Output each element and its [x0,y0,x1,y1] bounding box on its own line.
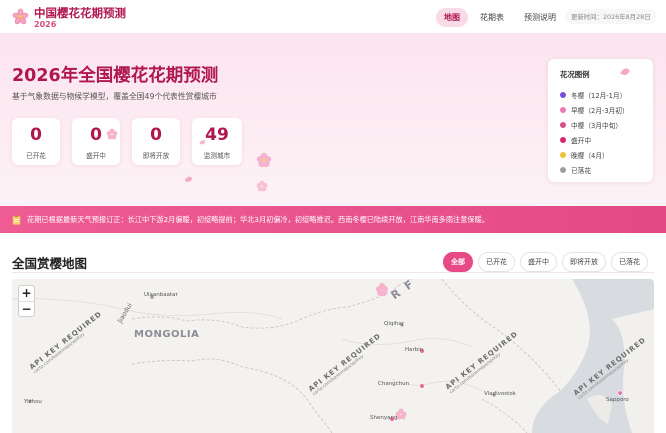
divider [12,272,654,273]
stats-row: 0 已开花 0 盛开中 0 即将开放 49 监测城市 [12,118,242,165]
nav-map[interactable]: 地图 [436,8,468,27]
filter-fallen[interactable]: 已落花 [611,252,648,272]
map-label-city: Ulaanbaatar [144,292,178,298]
zoom-out-button[interactable]: − [19,301,34,316]
legend-card: 花况图例 冬樱（12月-1月） 早樱（2月-3月初） 中樱（3月中旬） 盛开中 … [548,59,653,182]
map-label-mongolia: MONGOLIA [134,329,200,340]
map-label-city: Vladivostok [484,391,516,397]
legend-item: 晚樱（4月） [560,147,641,162]
map-zoom-control: + − [18,285,35,317]
stat-label: 已开花 [26,152,46,160]
sakura-petal-icon [256,180,268,192]
map-section-title: 全国赏樱地图 [12,256,88,271]
legend-item: 早樱（2月-3月初） [560,102,641,117]
stat-value: 0 [30,125,42,145]
forecast-notice-banner: 花期已根据最新天气预报订正：长江中下游2月偏暖，初绽略提前；华北3月初偏冷，初绽… [0,206,666,233]
filter-bloomed[interactable]: 已开花 [478,252,515,272]
legend-label: 中樱（3月中旬） [571,121,623,130]
nav-forecast-notes[interactable]: 预测说明 [516,8,564,27]
legend-item: 盛开中 [560,132,641,147]
app-title[interactable]: 中国樱花花期预测 [34,5,126,21]
main-nav: 地图 花期表 预测说明 [436,8,564,27]
status-filter-chips: 全部 已开花 盛开中 即将开放 已落花 [443,252,648,272]
stat-card-coming-soon: 0 即将开放 [132,118,180,165]
map-label-city: Shenyang [370,415,398,421]
legend-label: 早樱（2月-3月初） [571,106,629,115]
filter-all[interactable]: 全部 [443,252,473,272]
map-label-city: Changchun [378,381,410,387]
legend-item: 冬樱（12月-1月） [560,87,641,102]
clipboard-icon [12,214,21,225]
legend-item: 中樱（3月中旬） [560,117,641,132]
legend-item: 已落花 [560,162,641,177]
stat-label: 即将开放 [142,152,170,160]
filter-full-bloom[interactable]: 盛开中 [520,252,557,272]
sakura-petal-icon [620,68,630,75]
bloom-map[interactable]: MONGOLIA R F Qiqihar Harbin Changchun Vl… [12,279,654,433]
updated-time: 更新时间：2026年8月28日 [566,9,656,24]
top-navigation-bar: 中国樱花花期预测 2026 地图 花期表 预测说明 更新时间：2026年8月28… [0,0,666,34]
legend-label: 已落花 [571,166,592,175]
hero-section: 2026年全国樱花花期预测 基于气象数据与物候学模型，覆盖全国49个代表性赏樱城… [0,34,666,206]
map-tiles [12,279,654,433]
sakura-logo-icon [12,8,29,25]
legend-dot [560,106,566,113]
stat-card-bloomed: 0 已开花 [12,118,60,165]
legend-label: 晚樱（4月） [571,151,609,160]
map-label-city: Harbin [405,347,424,353]
sakura-petal-icon [256,152,272,168]
sakura-petal-icon [106,128,118,140]
legend-label: 盛开中 [571,136,592,145]
hero-title: 2026年全国樱花花期预测 [12,66,219,86]
stat-label: 监测城市 [203,152,231,160]
legend-dot [560,166,566,173]
zoom-in-button[interactable]: + [19,286,34,301]
legend-dot [560,121,566,128]
map-label-city: Yizhou [24,399,42,405]
sakura-petal-icon [184,176,193,182]
filter-coming-soon[interactable]: 即将开放 [562,252,606,272]
legend-dot [560,136,566,143]
legend-dot [560,151,566,158]
notice-text: 花期已根据最新天气预报订正：长江中下游2月偏暖，初绽略提前；华北3月初偏冷，初绽… [27,214,489,224]
hero-subtitle: 基于气象数据与物候学模型，覆盖全国49个代表性赏樱城市 [12,92,217,101]
stat-label: 盛开中 [86,152,106,160]
legend-dot [560,91,566,98]
app-year: 2026 [34,20,57,29]
stat-value: 0 [150,125,162,145]
nav-bloom-table[interactable]: 花期表 [472,8,512,27]
legend-label: 冬樱（12月-1月） [571,91,627,100]
stat-card-full-bloom: 0 盛开中 [72,118,120,165]
map-label-city: Sapporo [606,397,629,403]
sakura-petal-icon [199,140,206,145]
map-label-city: Qiqihar [384,321,404,327]
